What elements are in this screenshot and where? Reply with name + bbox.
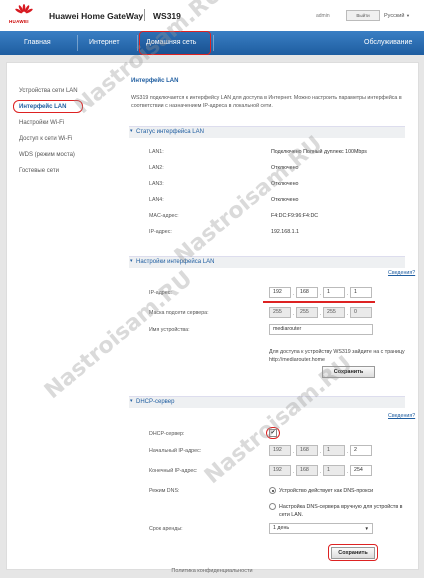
sidebar-item-wifi-settings[interactable]: Настройки Wi-Fi xyxy=(19,120,64,126)
sidebar-item-wds[interactable]: WDS (режим моста) xyxy=(19,152,75,158)
lan4-value: Отключено xyxy=(271,197,299,203)
ip-dot: . xyxy=(347,291,349,297)
page-description: WS319 подключается к интерфейсу LAN для … xyxy=(131,95,402,109)
logout-button[interactable]: Выйти xyxy=(346,10,380,21)
highlight-underline xyxy=(263,301,375,303)
dhcp-section-title: DHCP-сервер xyxy=(136,399,175,405)
lan3-label: LAN3: xyxy=(149,181,164,187)
end-ip-octet-1: 192 xyxy=(269,465,291,476)
mask-octet-1: 255 xyxy=(269,307,291,318)
ip-dot: . xyxy=(293,449,295,455)
select-arrow-icon: ▼ xyxy=(364,526,369,531)
sidebar: Устройства сети LAN Интерфейс LAN Настро… xyxy=(7,63,119,569)
title-divider xyxy=(144,9,145,21)
status-ip-label: IP-адрес: xyxy=(149,229,172,235)
dns-manual-option: Настройка DNS-сервера вручную для устрой… xyxy=(279,504,403,518)
lan4-label: LAN4: xyxy=(149,197,164,203)
dns-proxy-option: Устройство действует как DNS-прокси xyxy=(279,488,374,494)
start-ip-octet-4[interactable]: 2 xyxy=(350,445,372,456)
lan-settings-section-header[interactable]: ▾ Настройки интерфейса LAN xyxy=(129,256,405,268)
lan-settings-section-title: Настройки интерфейса LAN xyxy=(136,259,215,265)
sidebar-item-guest-networks[interactable]: Гостевые сети xyxy=(19,168,59,174)
ip-dot: . xyxy=(293,291,295,297)
sidebar-item-lan-devices[interactable]: Устройства сети LAN xyxy=(19,88,78,94)
start-ip-octet-1: 192 xyxy=(269,445,291,456)
start-ip-octet-3: 1 xyxy=(323,445,345,456)
device-name-label: Имя устройства: xyxy=(149,327,190,333)
ip-octet-3[interactable]: 1 xyxy=(323,287,345,298)
mac-value: F4:DC:F9:96:F4:DC xyxy=(271,213,319,219)
start-ip-label: Начальный IP-адрес: xyxy=(149,448,202,454)
ip-octet-4[interactable]: 1 xyxy=(350,287,372,298)
mask-octet-3: 255 xyxy=(323,307,345,318)
end-ip-octet-3: 1 xyxy=(323,465,345,476)
dns-proxy-radio[interactable] xyxy=(269,487,276,494)
language-select[interactable]: Русский ▼ xyxy=(384,13,410,19)
mask-octet-2: 255 xyxy=(296,307,318,318)
huawei-logo xyxy=(15,4,33,14)
ip-octet-2[interactable]: 168 xyxy=(296,287,318,298)
page-title: Интерфейс LAN xyxy=(131,78,179,84)
app-title: Huawei Home GateWay xyxy=(49,11,144,21)
dns-manual-radio[interactable] xyxy=(269,503,276,510)
end-ip-label: Конечный IP-адрес: xyxy=(149,468,198,474)
nav-internet[interactable]: Интернет xyxy=(89,31,120,55)
username: admin xyxy=(316,13,330,19)
ip-dot: . xyxy=(320,469,322,475)
mask-octet-4: 0 xyxy=(350,307,372,318)
lan1-label: LAN1: xyxy=(149,149,164,155)
sidebar-item-lan-interface[interactable]: Интерфейс LAN xyxy=(19,104,66,110)
ip-dot: . xyxy=(347,469,349,475)
nav-maintenance[interactable]: Обслуживание xyxy=(364,31,412,55)
dns-mode-label: Режим DNS: xyxy=(149,488,180,494)
lease-select[interactable]: 1 день ▼ xyxy=(269,523,373,534)
status-section-header[interactable]: ▾ Статус интерфейса LAN xyxy=(129,126,405,138)
privacy-policy-link[interactable]: Политика конфиденциальности xyxy=(0,568,424,574)
lan-help-link[interactable]: Сведения? xyxy=(388,270,415,276)
dhcp-section-header[interactable]: ▾ DHCP-сервер xyxy=(129,396,405,408)
mask-dot: . xyxy=(347,311,349,317)
lease-label: Срок аренды: xyxy=(149,526,183,532)
ip-dot: . xyxy=(320,449,322,455)
ip-dot: . xyxy=(320,291,322,297)
chevron-down-icon: ▼ xyxy=(405,13,410,18)
status-section-title: Статус интерфейса LAN xyxy=(136,129,204,135)
main-nav: Главная Интернет Домашняя сеть Обслужива… xyxy=(0,31,424,55)
mask-dot: . xyxy=(320,311,322,317)
content: Интерфейс LAN WS319 подключается к интер… xyxy=(125,63,415,569)
lan2-label: LAN2: xyxy=(149,165,164,171)
mask-dot: . xyxy=(293,311,295,317)
ip-dot: . xyxy=(293,469,295,475)
logo-text: HUAWEI xyxy=(9,19,29,24)
ip-octet-1[interactable]: 192 xyxy=(269,287,291,298)
language-label: Русский xyxy=(384,13,405,19)
lease-value: 1 день xyxy=(273,525,290,531)
nav-divider xyxy=(213,35,214,51)
end-ip-octet-2: 168 xyxy=(296,465,318,476)
caret-down-icon: ▾ xyxy=(130,258,133,264)
nav-home[interactable]: Главная xyxy=(24,31,51,55)
caret-down-icon: ▾ xyxy=(130,398,133,404)
end-ip-octet-4[interactable]: 254 xyxy=(350,465,372,476)
ip-dot: . xyxy=(347,449,349,455)
start-ip-octet-2: 168 xyxy=(296,445,318,456)
sidebar-item-wifi-access[interactable]: Доступ к сети Wi-Fi xyxy=(19,136,72,142)
main-panel: Устройства сети LAN Интерфейс LAN Настро… xyxy=(6,62,419,570)
dhcp-save-button[interactable]: Сохранить xyxy=(331,547,375,559)
dhcp-help-link[interactable]: Сведения? xyxy=(388,413,415,419)
dhcp-enable-label: DHCP-сервер: xyxy=(149,431,185,437)
status-ip-value: 192.168.1.1 xyxy=(271,229,299,235)
device-name-input[interactable]: mediarouter xyxy=(269,324,373,335)
mac-label: MAC-адрес: xyxy=(149,213,179,219)
caret-down-icon: ▾ xyxy=(130,128,133,134)
nav-divider xyxy=(77,35,78,51)
